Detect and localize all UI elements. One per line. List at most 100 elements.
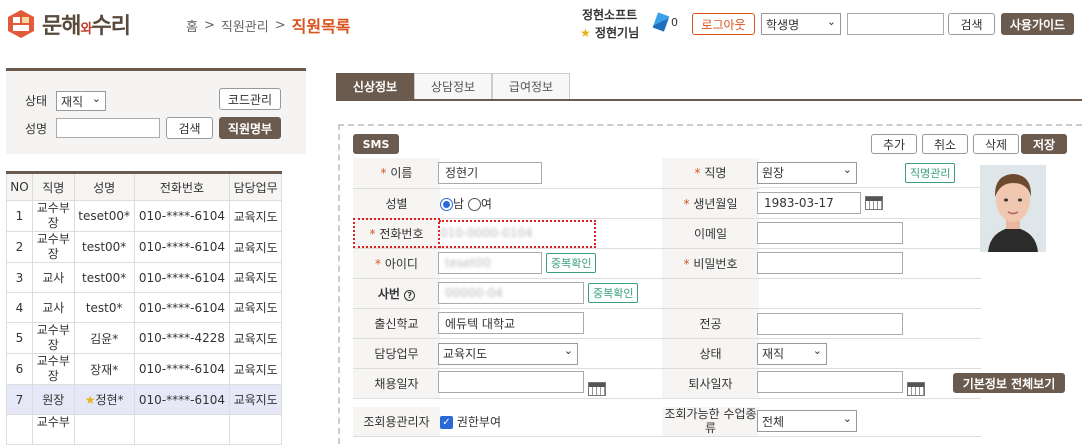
status-label: 상태 (25, 94, 48, 108)
col-name: 성명 (73, 172, 135, 201)
col-position: 직명 (31, 172, 75, 201)
header-search-input[interactable] (847, 13, 944, 35)
breadcrumb: 홈 > 직원관리 > 직원목록 (186, 13, 351, 37)
admin-checkbox-label: 권한부여 (456, 414, 501, 429)
gender-female-radio[interactable] (467, 197, 481, 211)
roster-button[interactable]: 직원명부 (219, 117, 281, 139)
breadcrumb-sep: > (203, 17, 215, 33)
user-name: 정현기님 (594, 26, 640, 40)
breadcrumb-home[interactable]: 홈 (186, 16, 198, 35)
leave-date-field[interactable] (757, 370, 903, 393)
admin-checkbox[interactable]: ✓ (440, 415, 453, 429)
table-row-selected[interactable]: 7 원장 ★정현* 010-****-6104 교육지도 (6, 384, 282, 415)
name-label: 성명 (25, 122, 48, 136)
school-field[interactable]: 에듀텍 대학교 (438, 312, 584, 335)
table-header: NO 직명 성명 전화번호 담당업무 (6, 172, 282, 201)
notification[interactable]: 0 (652, 12, 678, 32)
position-select[interactable]: 원장 (757, 161, 857, 184)
id-dup-check-button[interactable]: 중복확인 (546, 253, 597, 273)
name-input[interactable] (56, 118, 160, 138)
save-button[interactable]: 저장 (1021, 134, 1067, 154)
major-field[interactable] (757, 312, 903, 335)
position-manage-button[interactable]: 직명관리 (905, 162, 956, 183)
hire-date-field[interactable] (438, 370, 584, 393)
employee-table: NO 직명 성명 전화번호 담당업무 1 교수부장 teset00* 010-****… (6, 171, 282, 445)
logout-button[interactable]: 로그아웃 (692, 13, 755, 35)
breadcrumb-section[interactable]: 직원관리 (221, 16, 269, 35)
id-field[interactable]: teset00 (438, 252, 542, 274)
logo-text-main: 문해 (42, 14, 81, 39)
state-select[interactable]: 재직 (757, 342, 827, 365)
course-select[interactable]: 전체 (757, 410, 857, 433)
empno-label: 사번 ? (353, 278, 440, 309)
password-field[interactable] (757, 252, 903, 275)
tab-counsel[interactable]: 상담정보 (414, 73, 492, 99)
calendar-icon[interactable] (906, 382, 925, 397)
profile-photo (980, 165, 1046, 252)
cancel-button[interactable]: 취소 (922, 134, 968, 154)
school-label: 출신학교 (353, 308, 440, 339)
logo-icon (6, 9, 36, 39)
tab-bar: 신상정보 상담정보 급여정보 (336, 73, 1082, 101)
hire-date-label: 채용일자 (353, 368, 440, 399)
company-name: 정현소프트 (581, 8, 638, 22)
table-row[interactable]: 3 교사 test00* 010-****-6104 교육지도 (6, 262, 282, 293)
table-row[interactable]: 교수부 (6, 414, 282, 445)
table-row[interactable]: 4 교사 test0* 010-****-6104 교육지도 (6, 292, 282, 323)
table-row[interactable]: 6 교수부장 장재* 010-****-6104 교육지도 (6, 353, 282, 385)
table-row[interactable]: 5 교수부장 김윤* 010-****-4228 교육지도 (6, 322, 282, 354)
notification-count: 0 (671, 15, 678, 29)
table-row[interactable]: 1 교수부장 teset00* 010-****-6104 교육지도 (6, 200, 282, 232)
filter-search-button[interactable]: 검색 (166, 117, 213, 139)
duty-label: 담당업무 (353, 338, 440, 369)
star-icon: ★ (84, 393, 96, 407)
add-button[interactable]: 추가 (871, 134, 917, 154)
phone-field[interactable]: 010-0000-0104 (440, 226, 533, 240)
gender-male-radio[interactable] (440, 197, 453, 211)
calendar-icon[interactable] (864, 196, 883, 211)
guide-button[interactable]: 사용가이드 (1001, 13, 1074, 35)
name-field[interactable]: 정현기 (438, 161, 542, 184)
phone-label: * 전화번호 (353, 218, 440, 249)
help-icon[interactable]: ? (404, 290, 416, 301)
gender-male-label: 남 (453, 196, 465, 211)
app-logo[interactable]: 문해와수리 (6, 8, 131, 40)
empno-field[interactable]: 00000-04 (438, 282, 584, 304)
logo-text-small: 와 (80, 22, 92, 37)
leave-date-label: 퇴사일자 (662, 368, 759, 399)
page-title: 직원목록 (291, 17, 351, 36)
search-type-select[interactable]: 학생명 (761, 13, 841, 35)
col-phone: 전화번호 (133, 172, 231, 201)
duty-select[interactable]: 교육지도 (438, 342, 578, 365)
tab-personal[interactable]: 신상정보 (336, 73, 414, 99)
basic-info-button[interactable]: 기본정보 전체보기 (953, 373, 1065, 393)
email-label: 이메일 (662, 218, 759, 249)
empno-dup-check-button[interactable]: 중복확인 (588, 283, 639, 303)
major-label: 전공 (662, 308, 759, 339)
header-search-button[interactable]: 검색 (948, 13, 995, 35)
admin-label: 조회용관리자 (353, 406, 440, 437)
table-row[interactable]: 2 교수부장 test00* 010-****-6104 교육지도 (6, 231, 282, 263)
tab-salary[interactable]: 급여정보 (492, 73, 570, 99)
status-select[interactable]: 재직 (56, 91, 106, 111)
password-label: * 비밀번호 (662, 248, 759, 279)
id-label: * 아이디 (353, 248, 440, 279)
delete-button[interactable]: 삭제 (973, 134, 1019, 154)
birth-field[interactable]: 1983-03-17 (757, 191, 861, 214)
gender-label: 성별 (353, 188, 440, 219)
code-manage-button[interactable]: 코드관리 (219, 88, 281, 110)
calendar-icon[interactable] (587, 382, 606, 397)
sms-button[interactable]: SMS (353, 134, 399, 154)
email-field[interactable] (757, 222, 903, 244)
user-info: 정현소프트 ★ 정현기님 (580, 6, 639, 42)
star-icon: ★ (580, 26, 591, 40)
state-label: 상태 (662, 338, 759, 369)
gender-female-label: 여 (480, 196, 492, 211)
birth-label: * 생년월일 (662, 188, 759, 219)
name-field-label: * 이름 (353, 158, 440, 189)
employee-form: * 이름 정현기 * 직명 원장 직명관리 성별 남 여 * 생년월일 1983-… (353, 158, 981, 437)
notification-icon (652, 12, 670, 32)
filter-panel (6, 68, 306, 154)
col-duty: 담당업무 (229, 172, 282, 201)
breadcrumb-sep: > (274, 17, 286, 33)
